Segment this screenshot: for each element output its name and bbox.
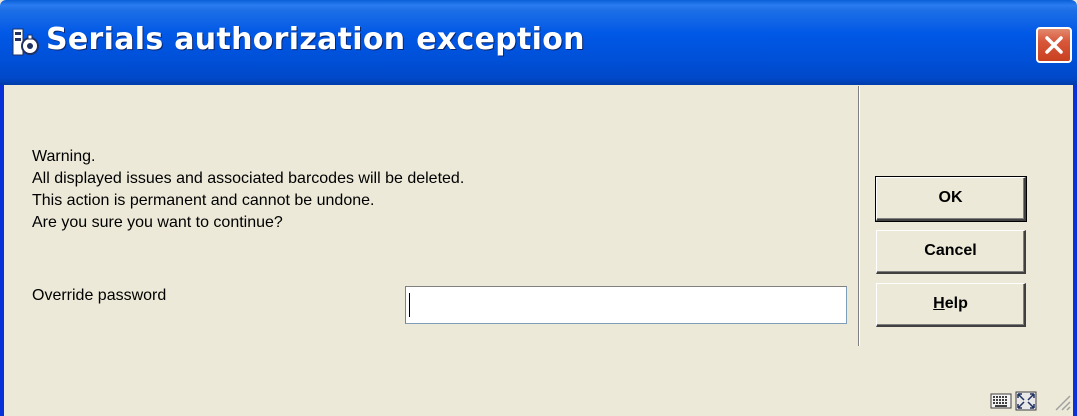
window-border-right — [1073, 85, 1077, 416]
message-line: This action is permanent and cannot be u… — [32, 192, 375, 209]
expand-icon[interactable] — [1015, 391, 1037, 416]
status-icons — [985, 390, 1045, 412]
message-line: All displayed issues and associated barc… — [32, 170, 465, 187]
override-password-label: Override password — [32, 287, 167, 304]
title-bar[interactable]: Serials authorization exception — [0, 0, 1077, 85]
library-app-icon — [12, 28, 40, 58]
resize-grip-icon[interactable] — [1050, 390, 1072, 412]
message-line: Warning. — [32, 148, 96, 165]
close-button[interactable] — [1036, 27, 1072, 63]
window-title: Serials authorization exception — [46, 22, 585, 57]
override-password-input[interactable] — [405, 286, 847, 324]
help-button[interactable]: Help — [876, 283, 1026, 327]
help-mnemonic: H — [933, 295, 945, 312]
text-caret — [409, 293, 410, 317]
help-label-rest: elp — [944, 295, 968, 312]
window-border-left — [0, 85, 4, 416]
warning-message: Warning. All displayed issues and associ… — [32, 146, 464, 234]
dialog-window: Serials authorization exception Warning.… — [0, 0, 1077, 416]
vertical-divider — [858, 86, 860, 346]
message-line: Are you sure you want to continue? — [32, 214, 283, 231]
cancel-button[interactable]: Cancel — [876, 230, 1026, 274]
keyboard-icon[interactable] — [990, 392, 1012, 415]
ok-button[interactable]: OK — [875, 176, 1027, 222]
